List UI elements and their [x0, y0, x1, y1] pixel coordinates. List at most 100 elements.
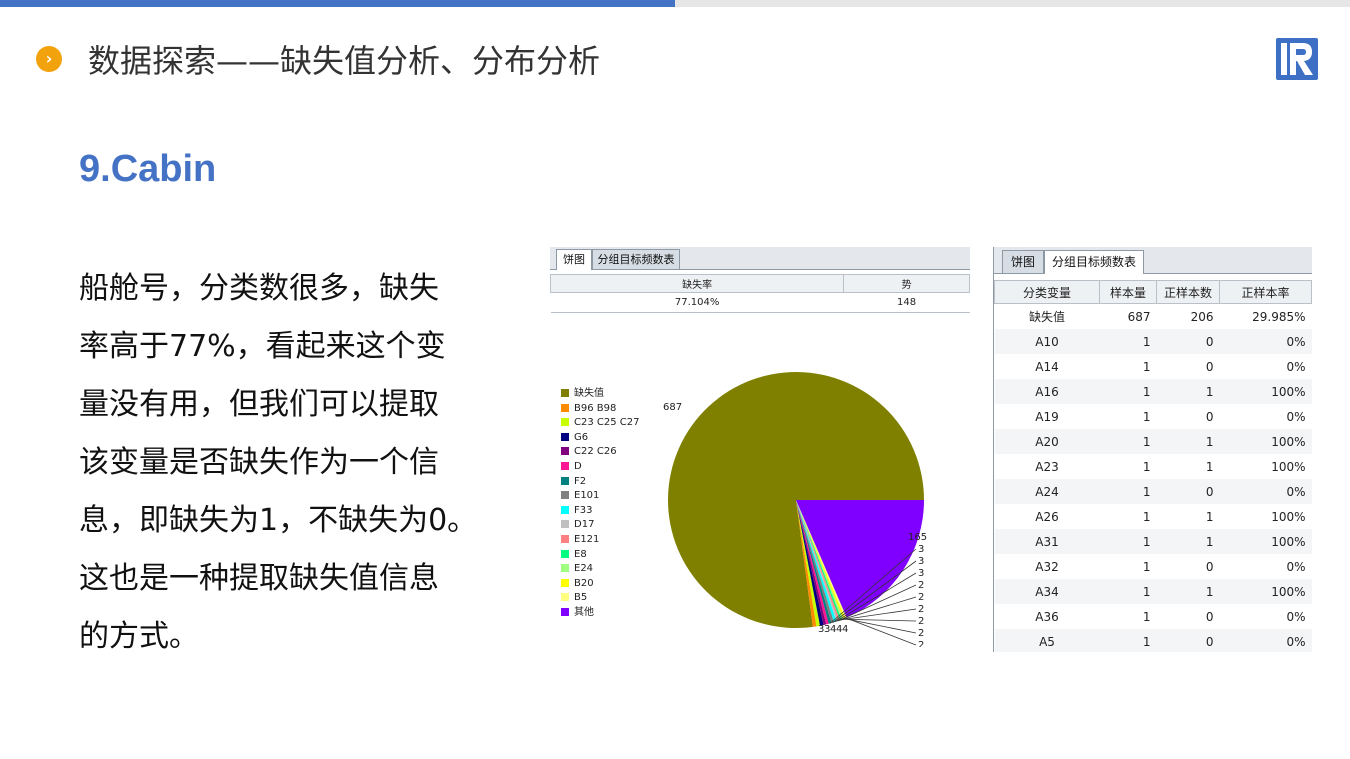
category-cell: A20	[994, 429, 1100, 454]
legend-swatch	[561, 520, 569, 529]
positive-count-cell: 206	[1190, 309, 1214, 324]
positive-rate-cell: 100%	[1271, 509, 1306, 524]
column-header-sample-size[interactable]: 样本量	[1099, 280, 1157, 304]
slide-title: 数据探索——缺失值分析、分布分析	[88, 42, 601, 80]
positive-rate-cell: 0%	[1286, 359, 1306, 374]
positive-rate-cell: 100%	[1219, 379, 1312, 404]
positive-count-cell: 1	[1205, 459, 1214, 474]
positive-rate-cell: 100%	[1219, 529, 1312, 554]
column-header-category[interactable]: 分类变量	[994, 280, 1100, 304]
missing-rate-table: 缺失率 势 77.104% 148	[549, 274, 970, 313]
tab-pie-chart[interactable]: 饼图	[556, 249, 592, 270]
category-cell: A36	[1035, 609, 1059, 624]
table-row[interactable]: A36 1 0 0%	[995, 604, 1312, 629]
legend-swatch	[561, 432, 569, 441]
tab-group-frequency-table[interactable]: 分组目标频数表	[592, 249, 680, 269]
table-row[interactable]: A26 1 1 100%	[995, 504, 1312, 529]
column-header-cardinality[interactable]: 势	[843, 274, 970, 293]
legend-item: 缺失值	[561, 387, 639, 402]
pie-value-label: 3	[918, 568, 924, 579]
sample-size-cell: 1	[1099, 579, 1157, 604]
body-line: 量没有用，但我们可以提取	[79, 387, 439, 422]
positive-rate-cell: 100%	[1219, 429, 1312, 454]
table-row[interactable]: A16 1 1 100%	[994, 379, 1312, 404]
legend-item: F33	[561, 504, 639, 519]
positive-count-cell: 0	[1205, 609, 1214, 624]
table-row[interactable]: 缺失值 687 206 29.985%	[995, 304, 1312, 330]
tab-group-frequency-table[interactable]: 分组目标频数表	[1044, 250, 1144, 274]
legend-label: 缺失值	[574, 388, 604, 399]
legend-swatch	[561, 505, 569, 514]
column-header-positive-count[interactable]: 正样本数	[1156, 280, 1220, 304]
positive-count-cell: 1	[1156, 529, 1220, 554]
table-row[interactable]: 77.104% 148	[550, 292, 970, 313]
legend-swatch	[561, 461, 569, 470]
sample-size-cell: 1	[1142, 359, 1151, 374]
pie-value-label: 3	[918, 556, 924, 567]
table-row[interactable]: A32 1 0 0%	[995, 554, 1312, 579]
body-line: 这也是一种提取缺失值信息	[79, 561, 439, 596]
legend-swatch	[561, 593, 569, 602]
legend-item: B5	[561, 591, 639, 606]
tab-pie-chart[interactable]: 饼图	[1002, 250, 1044, 273]
positive-count-cell: 0	[1205, 359, 1214, 374]
pie-value-label: 3	[824, 624, 830, 635]
category-cell: A34	[994, 579, 1100, 604]
sample-size-cell: 1	[1099, 529, 1157, 554]
sample-size-cell: 1	[1142, 459, 1151, 474]
pie-value-label: 2	[918, 640, 924, 647]
table-row[interactable]: A14 1 0 0%	[995, 354, 1312, 379]
table-row[interactable]: A24 1 0 0%	[994, 479, 1312, 504]
table-row[interactable]: A5 1 0 0%	[994, 629, 1312, 652]
legend-label: B20	[574, 577, 594, 589]
frequency-table: 分类变量 样本量 正样本数 正样本率 缺失值 687 206 29.985% A10 1 0…	[994, 280, 1312, 652]
legend-item: E101	[561, 489, 639, 504]
legend-label: C22 C26	[574, 446, 617, 458]
legend-label: B5	[574, 592, 588, 604]
category-cell: A14	[1035, 359, 1059, 374]
legend-item: G6	[561, 431, 639, 446]
sample-size-cell: 1	[1142, 509, 1151, 524]
tab-bar: 饼图 分组目标频数表	[550, 247, 970, 270]
column-header-missing-rate[interactable]: 缺失率	[549, 274, 845, 293]
legend-label: E24	[574, 563, 594, 575]
category-cell: A16	[994, 379, 1100, 404]
table-row[interactable]: A20 1 1 100%	[994, 429, 1312, 454]
table-row[interactable]: A10 1 0 0%	[994, 329, 1312, 354]
positive-count-cell: 1	[1205, 509, 1214, 524]
table-row[interactable]: A34 1 1 100%	[994, 579, 1312, 604]
positive-count-cell: 0	[1156, 629, 1220, 652]
pie-value-label: 3	[918, 544, 924, 555]
column-header-positive-rate[interactable]: 正样本率	[1219, 280, 1312, 304]
legend-label: D17	[574, 519, 595, 531]
pie-value-label: 2	[918, 592, 924, 603]
legend-label: B96 B98	[574, 402, 617, 414]
legend-swatch	[561, 476, 569, 485]
missing-rate-value: 77.104%	[550, 292, 844, 313]
legend-label: G6	[574, 431, 589, 443]
category-cell: A32	[1035, 559, 1059, 574]
cardinality-value: 148	[843, 292, 970, 313]
legend-swatch	[561, 491, 569, 500]
table-row[interactable]: A23 1 1 100%	[995, 454, 1312, 479]
legend-swatch	[561, 389, 569, 397]
legend-swatch	[561, 418, 569, 427]
legend-swatch	[561, 564, 569, 573]
pie-value-label: 3	[818, 624, 824, 635]
legend-item: F2	[561, 475, 639, 490]
positive-count-cell: 1	[1156, 429, 1220, 454]
legend-item: B20	[561, 577, 639, 592]
sample-size-cell: 1	[1142, 409, 1151, 424]
legend-item: E24	[561, 562, 639, 577]
positive-rate-cell: 29.985%	[1252, 309, 1306, 324]
body-line: 该变量是否缺失作为一个信	[79, 445, 439, 480]
category-cell: A24	[994, 479, 1100, 504]
table-row[interactable]: A31 1 1 100%	[994, 529, 1312, 554]
sample-size-cell: 1	[1099, 379, 1157, 404]
legend-item: E8	[561, 548, 639, 563]
positive-count-cell: 0	[1205, 409, 1214, 424]
positive-count-cell: 1	[1156, 379, 1220, 404]
legend-swatch	[561, 403, 569, 412]
legend-label: E121	[574, 533, 600, 545]
table-row[interactable]: A19 1 0 0%	[995, 404, 1312, 429]
